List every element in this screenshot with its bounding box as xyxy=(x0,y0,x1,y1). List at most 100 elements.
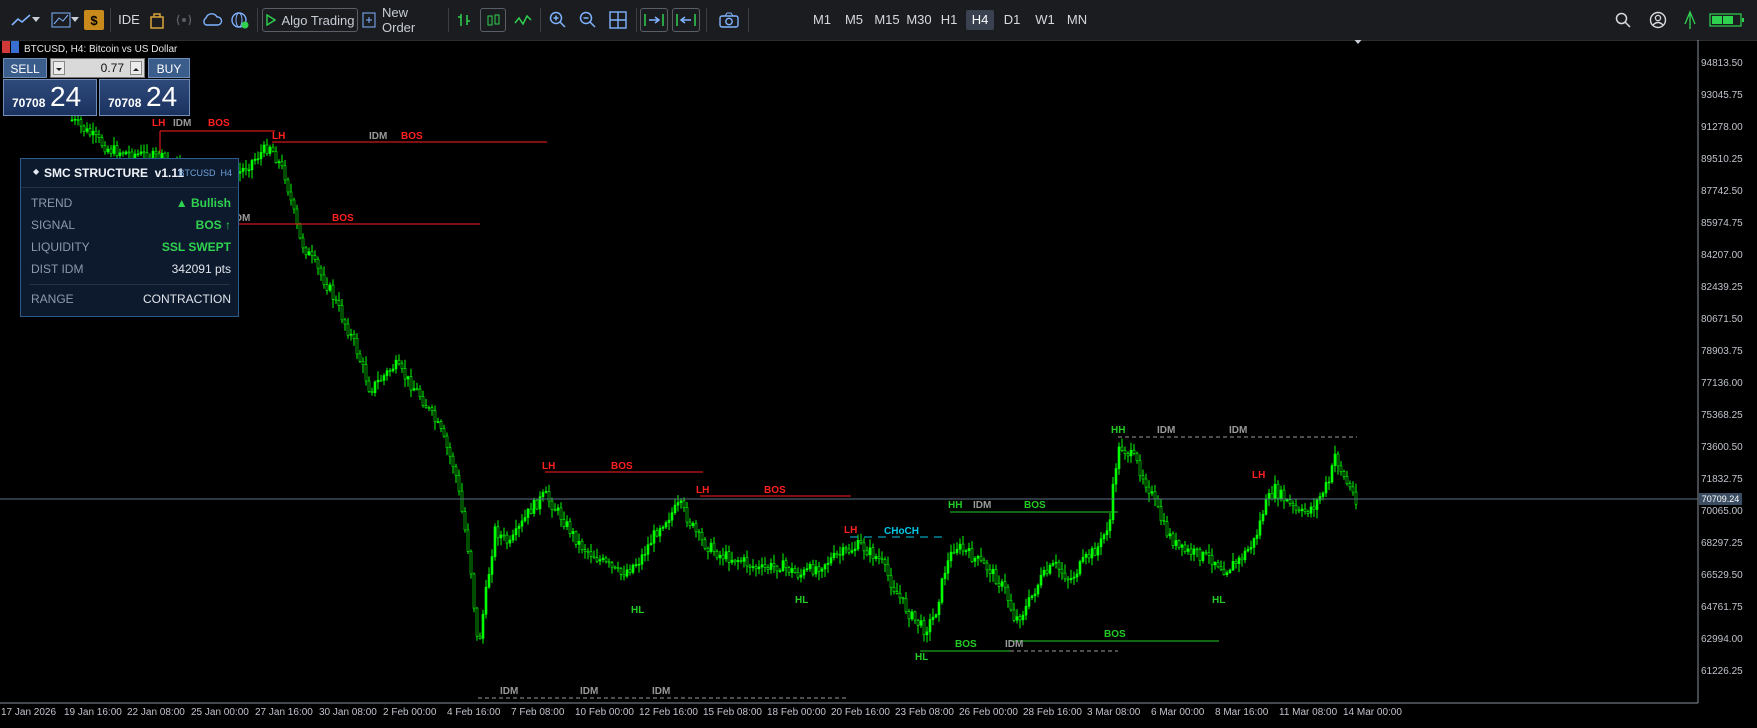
connection-status[interactable] xyxy=(1680,8,1700,32)
tf-mn[interactable]: MN xyxy=(1062,10,1092,30)
structure-label-lh: LH xyxy=(542,461,555,472)
tf-h4[interactable]: H4 xyxy=(966,10,994,30)
buy-button[interactable]: BUY xyxy=(148,58,190,78)
candle-body xyxy=(1252,538,1256,548)
candle-body xyxy=(436,421,440,423)
candle-body xyxy=(574,531,578,545)
candle-body xyxy=(613,566,617,569)
market-button[interactable] xyxy=(146,8,168,32)
account-button[interactable] xyxy=(1646,8,1670,32)
trend-key: TREND xyxy=(31,196,73,210)
candle-body xyxy=(529,508,533,514)
sell-price-button[interactable]: 70708 24 xyxy=(3,79,97,116)
candle-body xyxy=(385,370,389,376)
candle-body xyxy=(733,559,737,563)
candle-body xyxy=(1348,483,1352,488)
candle-body xyxy=(1195,548,1199,551)
sell-button[interactable]: SELL xyxy=(3,58,47,78)
chart-shift-marker[interactable] xyxy=(1352,40,1364,44)
zoom-out-button[interactable] xyxy=(576,8,600,32)
candle-body xyxy=(946,560,950,574)
smc-panel-title: SMC STRUCTURE v1.11 xyxy=(44,166,185,180)
candle-body xyxy=(862,542,866,552)
candle-body xyxy=(1114,468,1118,485)
candle-body xyxy=(382,375,386,381)
candle-body xyxy=(865,550,869,556)
screenshot-button[interactable] xyxy=(716,8,742,32)
candle-body xyxy=(313,255,317,260)
candle-body xyxy=(559,507,563,520)
candle-body xyxy=(655,530,659,537)
time-tick-label: 15 Feb 08:00 xyxy=(703,707,762,718)
dollar-button[interactable]: $ xyxy=(84,10,104,30)
candle-body xyxy=(136,153,140,156)
candle-body xyxy=(442,428,446,437)
structure-label-idm: IDM xyxy=(1157,425,1175,436)
community-button[interactable] xyxy=(228,8,252,32)
bar-chart-button[interactable] xyxy=(452,8,476,32)
lot-decrease-icon[interactable] xyxy=(53,61,65,75)
buy-price-main: 70708 xyxy=(108,96,142,110)
candle-body xyxy=(667,519,671,523)
candle-body xyxy=(1189,548,1193,555)
candle-body xyxy=(700,531,704,541)
candle-body xyxy=(640,554,644,565)
candle-body xyxy=(1159,506,1163,521)
signals-button[interactable] xyxy=(172,8,196,32)
dollar-icon: $ xyxy=(90,12,98,28)
smc-row-range: RANGE CONTRACTION xyxy=(31,290,231,308)
candle-body xyxy=(112,145,116,154)
tf-m1[interactable]: M1 xyxy=(807,10,837,30)
chart-shift-button[interactable] xyxy=(672,8,700,32)
candle-body xyxy=(949,551,953,562)
search-button[interactable] xyxy=(1611,8,1635,32)
time-tick-label: 14 Mar 00:00 xyxy=(1343,707,1402,718)
tf-d1[interactable]: D1 xyxy=(998,10,1026,30)
candlestick-button[interactable] xyxy=(480,8,506,32)
candle-body xyxy=(838,554,842,557)
candle-body xyxy=(616,567,620,569)
candle-body xyxy=(943,572,947,580)
candle-body xyxy=(973,558,977,562)
candle-body xyxy=(1216,562,1220,568)
tf-w1[interactable]: W1 xyxy=(1030,10,1060,30)
candle-body xyxy=(1006,586,1010,601)
indicators-dropdown[interactable] xyxy=(48,8,82,32)
candle-body xyxy=(142,151,146,154)
algo-trading-button[interactable]: Algo Trading xyxy=(262,8,358,32)
candle-body xyxy=(1312,506,1316,510)
structure-label-idm: IDM xyxy=(1229,425,1247,436)
tf-m15[interactable]: M15 xyxy=(871,10,903,30)
tf-h1[interactable]: H1 xyxy=(935,10,963,30)
candle-body xyxy=(1168,533,1172,537)
price-chart[interactable]: LH IDM BOS LH IDM BOS IDM BOS IDM BOS LH BOS LH BOS LH… xyxy=(0,40,1757,728)
candle-body xyxy=(1279,489,1283,499)
candle-body xyxy=(799,574,803,578)
lot-increase-icon[interactable] xyxy=(130,61,142,75)
candle-body xyxy=(886,563,890,577)
candle-body xyxy=(754,566,758,570)
candle-body xyxy=(991,568,995,575)
cloud-icon xyxy=(201,12,223,28)
time-tick-label: 4 Feb 16:00 xyxy=(447,707,501,718)
tile-windows-button[interactable] xyxy=(606,8,630,32)
candle-body xyxy=(769,563,773,570)
candle-body xyxy=(1141,475,1145,480)
candle-body xyxy=(397,359,401,365)
candle-body xyxy=(1219,566,1223,570)
tf-m5[interactable]: M5 xyxy=(839,10,869,30)
zoom-in-button[interactable] xyxy=(546,8,570,32)
new-order-button[interactable]: New Order xyxy=(362,5,444,35)
lot-size-field[interactable]: 0.77 xyxy=(50,58,145,78)
structure-label-idm: IDM xyxy=(369,131,387,142)
candle-body xyxy=(997,583,1001,587)
vps-button[interactable] xyxy=(200,8,224,32)
chart-type-dropdown[interactable] xyxy=(6,8,44,32)
ide-button[interactable]: IDE xyxy=(116,10,142,30)
autoscroll-button[interactable] xyxy=(640,8,668,32)
tf-m30[interactable]: M30 xyxy=(903,10,935,30)
line-button[interactable] xyxy=(510,8,536,32)
buy-price-button[interactable]: 70708 24 xyxy=(99,79,190,116)
candle-body xyxy=(1261,514,1265,522)
candle-body xyxy=(913,611,917,621)
